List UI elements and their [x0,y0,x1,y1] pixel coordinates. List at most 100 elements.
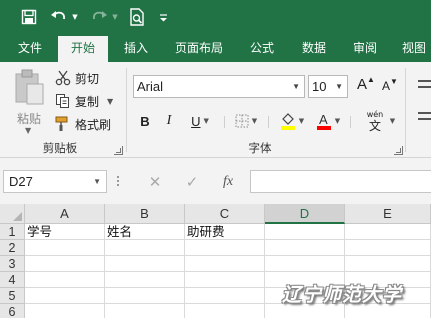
align-top-icon[interactable] [418,80,431,82]
cell-c5[interactable] [185,288,265,304]
decrease-font-size-button[interactable]: A▼ [382,77,398,101]
column-header-d[interactable]: D [265,204,345,224]
cell-d1[interactable] [265,224,345,240]
column-header-a[interactable]: A [25,204,105,224]
cell-a5[interactable] [25,288,105,304]
format-painter-icon [54,116,72,132]
ribbon-tabs: 文件 开始 插入 页面布局 公式 数据 审阅 视图 [0,34,431,62]
font-color-dropdown-icon: ▼ [334,117,341,125]
paste-button[interactable]: 粘贴 ▼ [10,68,48,135]
group-divider [405,68,406,152]
fill-color-button[interactable]: ▼ [277,110,307,132]
bold-button[interactable]: B [137,110,153,132]
underline-button[interactable]: U ▼ [185,110,215,132]
cell-b6[interactable] [105,304,185,318]
cell-c2[interactable] [185,240,265,256]
cell-c4[interactable] [185,272,265,288]
format-divider [268,116,269,128]
phonetic-char: 文 [368,118,381,133]
tab-formulas[interactable]: 公式 [240,34,284,62]
increase-font-size-button[interactable]: A▲ [357,75,375,98]
format-divider [224,116,225,128]
formula-input[interactable] [250,170,431,193]
tab-data[interactable]: 数据 [292,34,336,62]
watermark: 辽宁师范大学 [282,284,403,306]
cell-b2[interactable] [105,240,185,256]
tab-review[interactable]: 审阅 [343,34,387,62]
customize-quick-access-icon[interactable] [156,6,170,28]
clipboard-launcher-icon[interactable] [114,146,123,155]
cell-b3[interactable] [105,256,185,272]
tab-page-layout[interactable]: 页面布局 [166,34,232,62]
save-icon[interactable] [18,6,40,28]
font-size-select[interactable]: 10 ▼ [308,75,348,98]
undo-icon[interactable] [48,6,70,28]
cell-c3[interactable] [185,256,265,272]
cancel-icon[interactable]: ✕ [144,170,166,193]
cell-e3[interactable] [345,256,431,272]
column-header-b[interactable]: B [105,204,185,224]
decrease-font-label: A [382,79,391,93]
cell-a4[interactable] [25,272,105,288]
cell-a6[interactable] [25,304,105,318]
tab-view[interactable]: 视图 [394,34,431,62]
cell-e2[interactable] [345,240,431,256]
enter-check-icon[interactable]: ✓ [181,170,203,193]
cell-c1[interactable]: 助研费 [185,224,265,240]
align-left-icon[interactable] [418,112,431,114]
tab-insert[interactable]: 插入 [113,34,159,62]
cell-b4[interactable] [105,272,185,288]
underline-dropdown-icon: ▼ [203,117,209,125]
borders-button[interactable]: ▼ [231,110,261,132]
svg-text:A: A [319,112,328,127]
copy-dropdown-icon[interactable]: ▼ [107,97,113,106]
cut-button[interactable]: 剪切 [54,68,99,88]
row-header-1[interactable]: 1 [0,224,25,240]
font-launcher-icon[interactable] [394,146,403,155]
column-header-c[interactable]: C [185,204,265,224]
name-box[interactable]: D27 ▼ [3,170,107,193]
formula-bar: D27 ▼ ✕ ✓ fx [0,158,431,204]
italic-button[interactable]: I [161,110,177,132]
underline-label: U [191,113,201,129]
name-box-value: D27 [9,174,33,189]
redo-dropdown-icon[interactable]: ▼ [110,6,120,28]
print-preview-icon[interactable] [126,6,148,28]
paste-label: 粘贴 [16,112,41,126]
cell-b5[interactable] [105,288,185,304]
row-header-2[interactable]: 2 [0,240,25,256]
formula-bar-splitter[interactable] [117,176,121,188]
cell-b1[interactable]: 姓名 [105,224,185,240]
format-painter-button[interactable]: 格式刷 [54,114,111,134]
group-divider [126,68,127,152]
row-header-6[interactable]: 6 [0,304,25,318]
font-group-label: 字体 [248,141,272,155]
tab-home[interactable]: 开始 [58,36,108,62]
font-color-button[interactable]: A ▼ [313,110,343,132]
borders-icon [235,114,249,128]
tab-file[interactable]: 文件 [8,34,52,62]
undo-dropdown-icon[interactable]: ▼ [70,6,80,28]
copy-button[interactable]: 复制 ▼ [54,91,113,111]
column-header-e[interactable]: E [345,204,431,224]
row-header-5[interactable]: 5 [0,288,25,304]
select-all-button[interactable] [0,204,25,224]
font-color-icon: A [316,112,331,130]
row-header-3[interactable]: 3 [0,256,25,272]
row-header-4[interactable]: 4 [0,272,25,288]
insert-function-button[interactable]: fx [216,170,240,193]
cell-c6[interactable] [185,304,265,318]
cell-a2[interactable] [25,240,105,256]
cell-d2[interactable] [265,240,345,256]
cell-d3[interactable] [265,256,345,272]
cell-a3[interactable] [25,256,105,272]
font-name-select[interactable]: Arial ▼ [133,75,305,98]
format-painter-label: 格式刷 [75,117,112,132]
redo-icon[interactable] [88,6,110,28]
increase-caret-icon: ▲ [367,75,375,84]
paste-icon [15,69,44,105]
cell-a1[interactable]: 学号 [25,224,105,240]
paste-dropdown-icon[interactable]: ▼ [25,126,31,135]
cell-e1[interactable] [345,224,431,240]
phonetic-dropdown-icon[interactable]: ▼ [386,110,396,132]
